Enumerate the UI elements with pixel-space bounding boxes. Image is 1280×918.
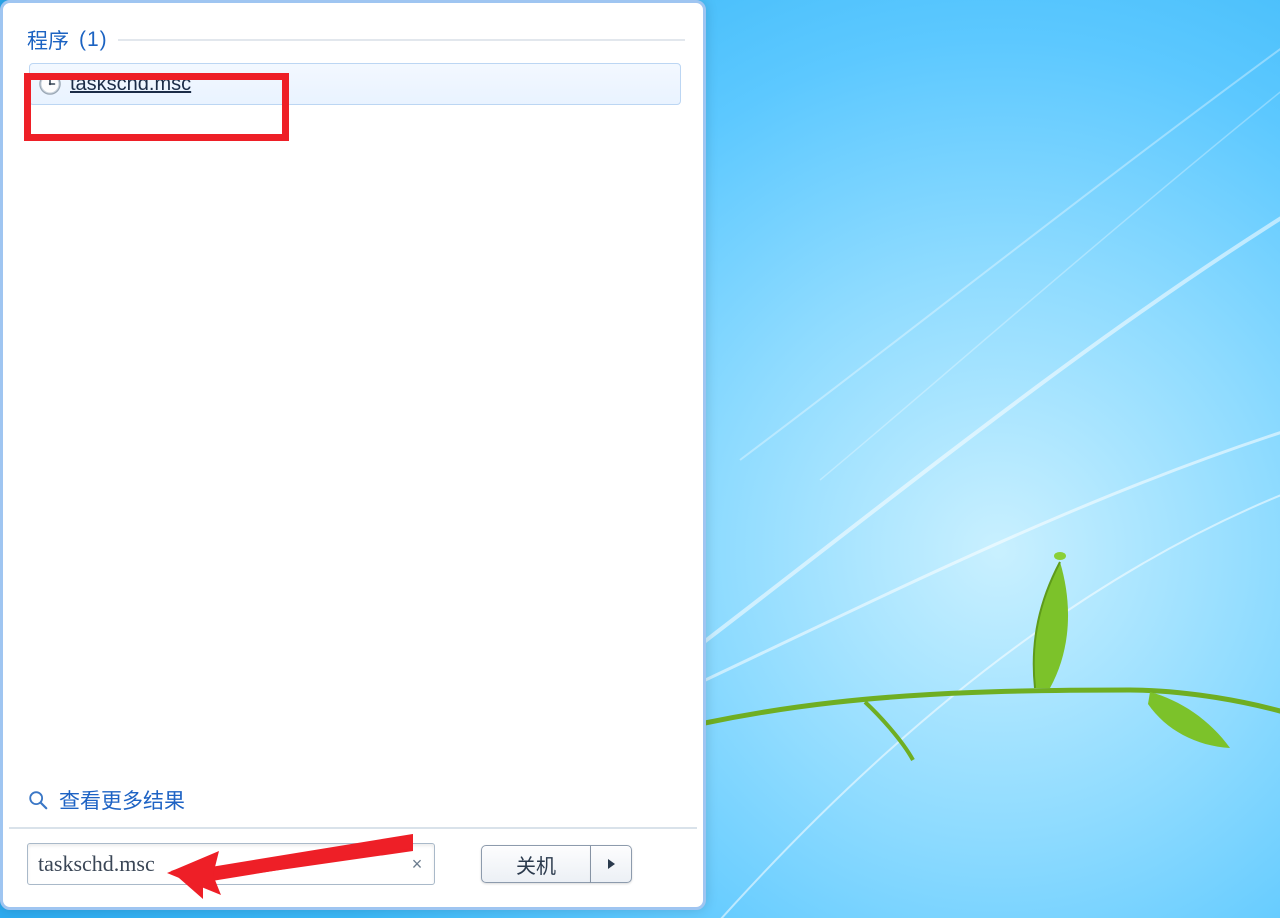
shutdown-split-button: 关机 [481,845,632,883]
triangle-right-icon [605,853,617,876]
start-menu-footer: × 关机 [9,827,697,901]
search-results-area: 程序 (1) taskschd.msc [9,9,697,785]
start-menu: 程序 (1) taskschd.msc [0,0,706,910]
results-group-count: (1) [79,28,108,52]
see-more-results[interactable]: 查看更多结果 [27,785,697,815]
magnifier-icon [27,789,49,811]
shutdown-button[interactable]: 关机 [481,845,591,883]
search-input[interactable] [36,850,408,878]
clear-search-button[interactable]: × [408,855,426,873]
see-more-results-label: 查看更多结果 [59,785,185,815]
results-group-label: 程序 [27,25,69,55]
results-group-header: 程序 (1) [27,25,685,55]
shutdown-label: 关机 [516,850,556,879]
search-result-label: taskschd.msc [70,73,191,96]
search-box[interactable]: × [27,843,435,885]
clock-icon [38,72,62,96]
shutdown-menu-button[interactable] [591,845,632,883]
search-result-item[interactable]: taskschd.msc [29,63,681,105]
header-divider [118,39,685,41]
